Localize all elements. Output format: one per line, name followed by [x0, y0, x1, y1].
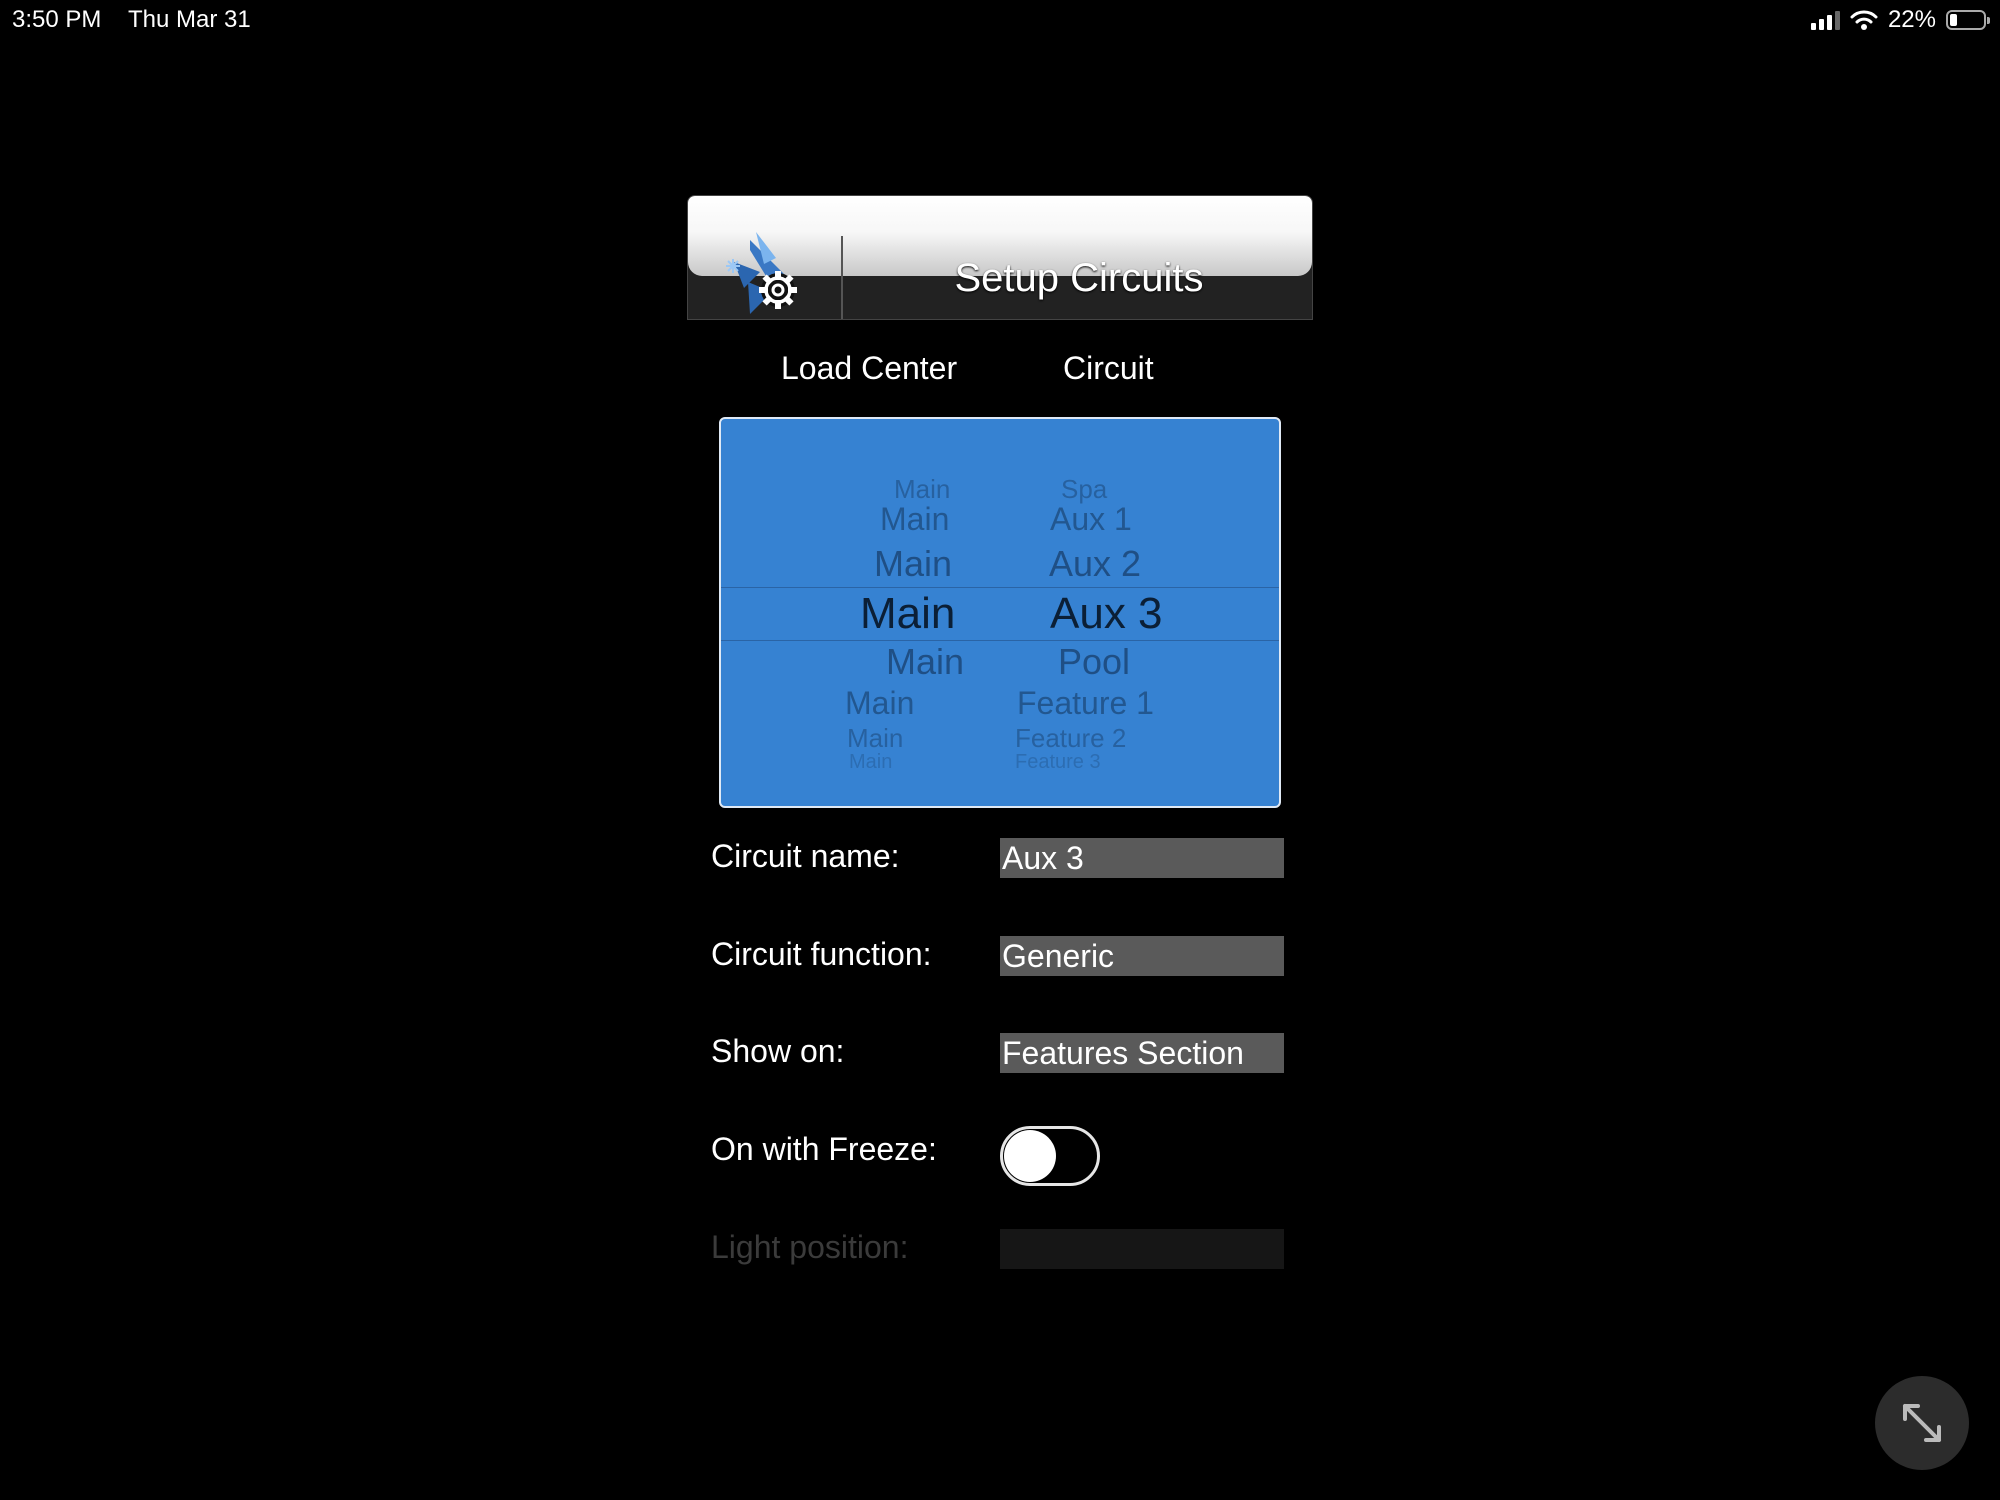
- circuit-column-label: Circuit: [1063, 350, 1154, 386]
- wifi-icon: [1850, 10, 1878, 30]
- picker-load-center-item[interactable]: Main: [849, 751, 892, 774]
- circuit-name-field[interactable]: Aux 3: [1000, 838, 1284, 878]
- expand-arrows-icon: [1903, 1404, 1941, 1442]
- circuit-name-label: Circuit name:: [711, 838, 900, 874]
- status-indicators: 22%: [1810, 6, 1990, 34]
- circuit-picker[interactable]: Main Main Main Main Main Main Main Main …: [719, 417, 1281, 808]
- picker-circuit-item[interactable]: Aux 2: [1049, 543, 1141, 585]
- on-with-freeze-label: On with Freeze:: [711, 1131, 937, 1167]
- page-title: Setup Circuits: [954, 256, 1204, 300]
- screen-header: Setup Circuits: [687, 195, 1313, 320]
- picker-selection-band: [721, 587, 1279, 641]
- picker-load-center-item[interactable]: Main: [886, 641, 964, 683]
- picker-load-center-item[interactable]: Main: [845, 685, 914, 722]
- light-position-label: Light position:: [711, 1229, 909, 1265]
- picker-circuit-item[interactable]: Feature 2: [1015, 723, 1126, 754]
- picker-circuit-item[interactable]: Feature 1: [1017, 685, 1154, 722]
- picker-circuit-item[interactable]: Feature 3: [1015, 751, 1101, 774]
- status-time: 3:50 PM: [12, 6, 102, 33]
- cellular-signal-icon: [1810, 10, 1840, 30]
- picker-selected-load-center[interactable]: Main: [860, 589, 955, 639]
- show-on-field[interactable]: Features Section: [1000, 1033, 1284, 1073]
- status-date: Thu Mar 31: [128, 6, 251, 33]
- on-with-freeze-toggle[interactable]: [1000, 1126, 1100, 1186]
- picker-load-center-item[interactable]: Main: [847, 723, 903, 754]
- light-position-field: [1000, 1229, 1284, 1269]
- expand-button[interactable]: [1875, 1376, 1969, 1470]
- header-icon-cell: [688, 232, 843, 319]
- picker-load-center-item[interactable]: Main: [874, 543, 952, 585]
- circuit-function-field[interactable]: Generic: [1000, 936, 1284, 976]
- battery-icon: [1946, 10, 1990, 30]
- picker-circuit-item[interactable]: Aux 1: [1050, 501, 1132, 538]
- status-bar: 3:50 PM Thu Mar 31 22%: [0, 0, 2000, 40]
- picker-selected-circuit[interactable]: Aux 3: [1050, 589, 1163, 639]
- circuit-function-label: Circuit function:: [711, 936, 932, 972]
- picker-load-center-item[interactable]: Main: [880, 501, 949, 538]
- load-center-column-label: Load Center: [781, 350, 958, 386]
- battery-percent: 22%: [1887, 6, 1936, 33]
- circuit-gear-icon: [726, 232, 797, 314]
- picker-circuit-item[interactable]: Pool: [1058, 641, 1130, 683]
- toggle-knob: [1004, 1130, 1056, 1182]
- show-on-label: Show on:: [711, 1033, 845, 1069]
